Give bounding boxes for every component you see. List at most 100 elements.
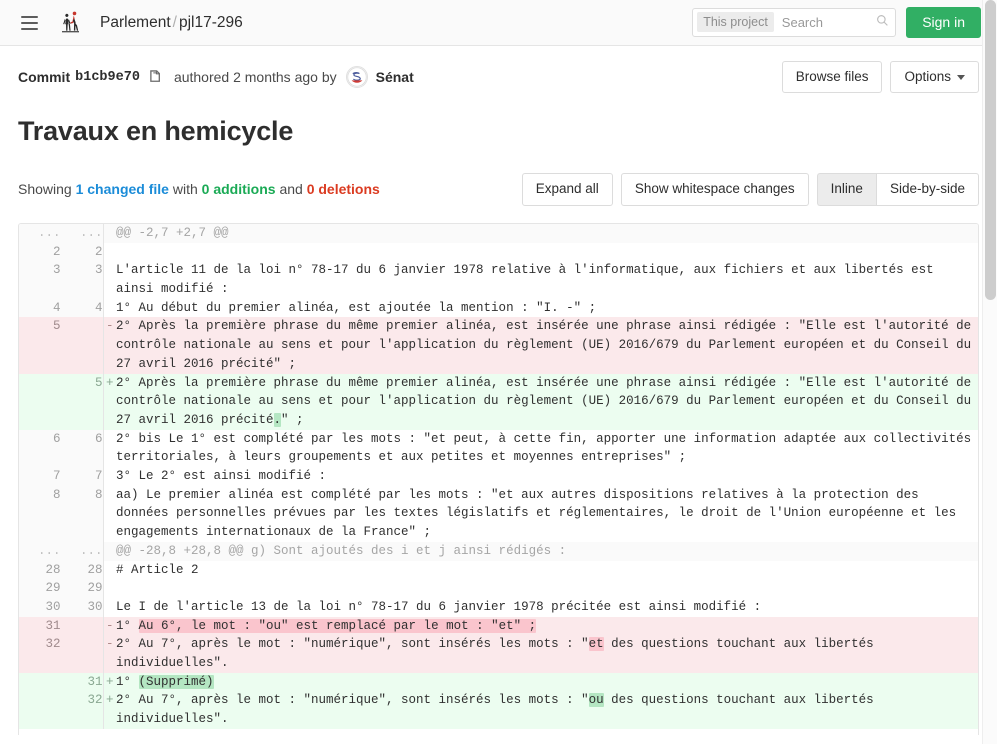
diff-new-line-number[interactable]: 6 bbox=[61, 429, 104, 468]
hamburger-menu-icon[interactable] bbox=[16, 10, 42, 36]
diff-old-line-number[interactable]: ... bbox=[19, 541, 61, 561]
diff-old-line-number[interactable]: 5 bbox=[19, 317, 61, 374]
diff-row: 31 -1° Au 6°, le mot : "ou" est remplacé … bbox=[19, 616, 978, 636]
diff-line-content: # Article 2 bbox=[116, 560, 978, 580]
diff-line-content bbox=[116, 579, 978, 598]
diff-text: 2° Après la première phrase du même prem… bbox=[116, 375, 979, 427]
diff-line-sign bbox=[103, 261, 116, 298]
diff-new-line-number[interactable]: 28 bbox=[61, 560, 104, 580]
navbar-right-actions: This project Search Sign in bbox=[692, 7, 985, 38]
diff-row: ...... @@ -2,7 +2,7 @@ bbox=[19, 223, 978, 243]
browse-files-button[interactable]: Browse files bbox=[781, 60, 883, 94]
breadcrumb: Parlement / pjl17-296 bbox=[100, 14, 243, 32]
summary-changed-file-link[interactable]: 1 changed file bbox=[76, 181, 169, 197]
diff-new-line-number[interactable]: 5 bbox=[61, 373, 104, 430]
diff-line-content: 2° bis Le 1° est complété par les mots :… bbox=[116, 429, 978, 468]
commit-label: Commit bbox=[18, 69, 71, 85]
diff-line-sign bbox=[103, 486, 116, 542]
show-whitespace-changes-button[interactable]: Show whitespace changes bbox=[620, 173, 809, 206]
page-title: Travaux en hemicycle bbox=[18, 116, 294, 146]
diff-new-line-number[interactable]: 3 bbox=[61, 261, 104, 299]
diff-text: Le I de l'article 13 de la loi n° 78-17 … bbox=[116, 599, 762, 614]
diff-old-line-number[interactable]: 32 bbox=[19, 635, 61, 673]
options-label: Options bbox=[904, 68, 951, 84]
diff-old-line-number[interactable]: 31 bbox=[19, 616, 61, 636]
summary-and: and bbox=[279, 181, 303, 198]
diff-new-line-number[interactable]: ... bbox=[61, 541, 104, 561]
diff-old-line-number[interactable]: 4 bbox=[19, 298, 61, 318]
diff-old-line-number[interactable]: 7 bbox=[19, 467, 61, 486]
sign-in-button[interactable]: Sign in bbox=[906, 7, 981, 38]
diff-row: 29 29 bbox=[19, 579, 978, 598]
diff-text: 1° bbox=[116, 618, 139, 633]
diff-file-container: ...... @@ -2,7 +2,7 @@ 2 2 3 3 L'article 11 de… bbox=[18, 222, 979, 735]
diff-old-line-number[interactable] bbox=[19, 672, 61, 692]
diff-word-highlight: (Supprimé) bbox=[138, 674, 214, 689]
diff-line-sign: - bbox=[103, 616, 116, 636]
diff-line-content: 2° Au 7°, après le mot : "numérique", so… bbox=[116, 635, 978, 673]
diff-old-line-number[interactable]: ... bbox=[19, 223, 61, 243]
author-name[interactable]: Sénat bbox=[376, 69, 414, 85]
diff-line-sign: + bbox=[103, 691, 116, 729]
diff-row: 30 30 Le I de l'article 13 de la loi n° 78… bbox=[19, 597, 978, 617]
search-scope-badge[interactable]: This project bbox=[697, 12, 774, 33]
diff-new-line-number[interactable]: ... bbox=[61, 223, 104, 243]
diff-old-line-number[interactable]: 2 bbox=[19, 242, 61, 262]
diff-old-line-number[interactable]: 29 bbox=[19, 579, 61, 598]
diff-text: 2° Après la première phrase du même prem… bbox=[116, 319, 979, 371]
diff-line-sign: + bbox=[103, 672, 116, 692]
diff-line-content: @@ -2,7 +2,7 @@ bbox=[116, 223, 978, 243]
avatar[interactable] bbox=[345, 66, 368, 88]
page-scrollbar[interactable] bbox=[982, 0, 997, 744]
diff-old-line-number[interactable]: 6 bbox=[19, 429, 61, 468]
top-navbar: Parlement / pjl17-296 This project Search … bbox=[0, 0, 997, 46]
breadcrumb-project[interactable]: pjl17-296 bbox=[179, 14, 243, 31]
authored-text: authored 2 months ago by bbox=[173, 69, 337, 85]
copy-icon[interactable] bbox=[149, 69, 164, 85]
diff-summary-row: Showing 1 changed file with 0 additions … bbox=[0, 147, 997, 206]
diff-old-line-number[interactable]: 3 bbox=[19, 261, 61, 299]
tab-inline-view[interactable]: Inline bbox=[816, 173, 876, 206]
diff-new-line-number[interactable]: 31 bbox=[61, 672, 104, 692]
search-input[interactable]: This project Search bbox=[692, 7, 897, 37]
breadcrumb-group[interactable]: Parlement bbox=[100, 14, 171, 31]
diff-text: L'article 11 de la loi n° 78-17 du 6 jan… bbox=[116, 263, 942, 296]
page-scrollbar-thumb[interactable] bbox=[985, 0, 996, 300]
diff-new-line-number[interactable]: 2 bbox=[61, 242, 104, 262]
diff-line-sign bbox=[103, 541, 116, 561]
options-dropdown-button[interactable]: Options bbox=[890, 60, 979, 94]
diff-text: 1° bbox=[116, 674, 139, 689]
diff-new-line-number[interactable] bbox=[61, 317, 104, 374]
diff-line-content: L'article 11 de la loi n° 78-17 du 6 jan… bbox=[116, 261, 978, 299]
parlement-ouvert-logo-icon[interactable] bbox=[56, 9, 84, 37]
diff-line-content bbox=[116, 242, 978, 262]
diff-text: # Article 2 bbox=[116, 562, 199, 577]
diff-new-line-number[interactable]: 30 bbox=[61, 597, 104, 617]
diff-view-toggle-group: Inline Side-by-side bbox=[816, 173, 979, 206]
diff-line-sign bbox=[103, 243, 116, 262]
commit-sha[interactable]: b1cb9e70 bbox=[75, 70, 140, 85]
diff-new-line-number[interactable]: 32 bbox=[61, 691, 104, 729]
tab-side-by-side-view[interactable]: Side-by-side bbox=[875, 173, 979, 206]
diff-line-content: 1° Au début du premier alinéa, est ajout… bbox=[116, 298, 978, 318]
diff-summary-text: Showing 1 changed file with 0 additions … bbox=[18, 181, 380, 197]
summary-with: with bbox=[172, 181, 198, 198]
diff-old-line-number[interactable] bbox=[19, 373, 61, 430]
diff-old-line-number[interactable]: 30 bbox=[19, 597, 61, 617]
diff-old-line-number[interactable]: 8 bbox=[19, 485, 61, 542]
diff-old-line-number[interactable] bbox=[19, 691, 61, 729]
diff-table: ...... @@ -2,7 +2,7 @@ 2 2 3 3 L'article 11 de… bbox=[19, 223, 979, 729]
diff-old-line-number[interactable]: 28 bbox=[19, 560, 61, 580]
diff-line-content: 2° Après la première phrase du même prem… bbox=[116, 317, 979, 374]
diff-text: @@ -2,7 +2,7 @@ bbox=[116, 225, 229, 240]
diff-new-line-number[interactable] bbox=[61, 635, 104, 673]
diff-line-content: 3° Le 2° est ainsi modifié : bbox=[116, 467, 978, 486]
expand-all-button[interactable]: Expand all bbox=[521, 173, 613, 206]
diff-new-line-number[interactable]: 7 bbox=[61, 467, 104, 486]
diff-new-line-number[interactable]: 8 bbox=[61, 485, 104, 542]
diff-new-line-number[interactable]: 29 bbox=[61, 579, 104, 598]
diff-new-line-number[interactable] bbox=[61, 616, 104, 636]
diff-row: 31 +1° (Supprimé) bbox=[19, 672, 978, 692]
diff-new-line-number[interactable]: 4 bbox=[61, 298, 104, 318]
diff-word-highlight: ou bbox=[588, 693, 604, 708]
